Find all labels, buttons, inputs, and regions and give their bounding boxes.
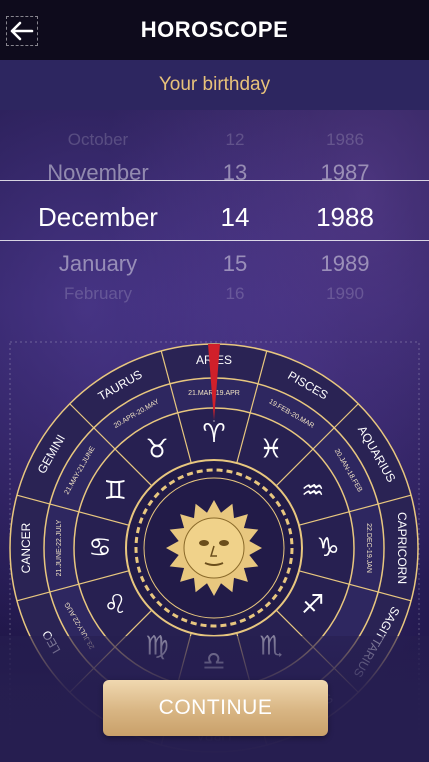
zodiac-glyph-icon: ♉: [145, 434, 168, 464]
year-option[interactable]: 1987: [275, 160, 415, 186]
month-option[interactable]: January: [28, 251, 168, 277]
month-option[interactable]: November: [28, 160, 168, 186]
page-title: HOROSCOPE: [140, 17, 289, 42]
birthday-label: Your birthday: [158, 74, 271, 95]
birthday-date-picker[interactable]: October November December January Februa…: [0, 118, 429, 318]
year-option-selected[interactable]: 1988: [275, 202, 415, 233]
zodiac-glyph-icon: ♓: [259, 434, 282, 464]
year-column[interactable]: 1986 1987 1988 1989 1990: [275, 118, 415, 318]
zodiac-glyph-icon: ♌: [104, 590, 127, 620]
month-option-selected[interactable]: December: [28, 202, 168, 233]
year-option[interactable]: 1986: [275, 130, 415, 150]
zodiac-sign-name: CAPRICORN: [395, 512, 409, 584]
zodiac-glyph-icon: ♋: [88, 533, 111, 563]
zodiac-glyph-icon: ♑: [316, 533, 339, 563]
continue-button[interactable]: CONTINUE: [103, 680, 328, 736]
zodiac-sign-dates: 21.JUNE-22.JULY: [56, 519, 63, 576]
year-option[interactable]: 1990: [275, 284, 415, 304]
back-arrow-icon: [10, 21, 34, 41]
month-option[interactable]: February: [28, 284, 168, 304]
back-button[interactable]: [6, 16, 38, 46]
sun-eye-icon: [199, 540, 209, 546]
zodiac-glyph-icon: ♐: [301, 590, 324, 620]
month-column[interactable]: October November December January Februa…: [28, 118, 168, 318]
app-header: HOROSCOPE: [0, 0, 429, 60]
zodiac-glyph-icon: ♊: [104, 476, 127, 506]
sun-eye-icon: [219, 540, 229, 546]
zodiac-glyph-icon: ♈: [202, 419, 225, 449]
zodiac-sign-dates: 22.DEC-19.JAN: [365, 523, 372, 573]
birthday-header-bar: Your birthday: [0, 60, 429, 110]
year-option[interactable]: 1989: [275, 251, 415, 277]
zodiac-sign-name: CANCER: [19, 522, 33, 573]
month-option[interactable]: October: [28, 130, 168, 150]
zodiac-glyph-icon: ♒: [301, 476, 324, 506]
continue-label: CONTINUE: [158, 696, 273, 719]
